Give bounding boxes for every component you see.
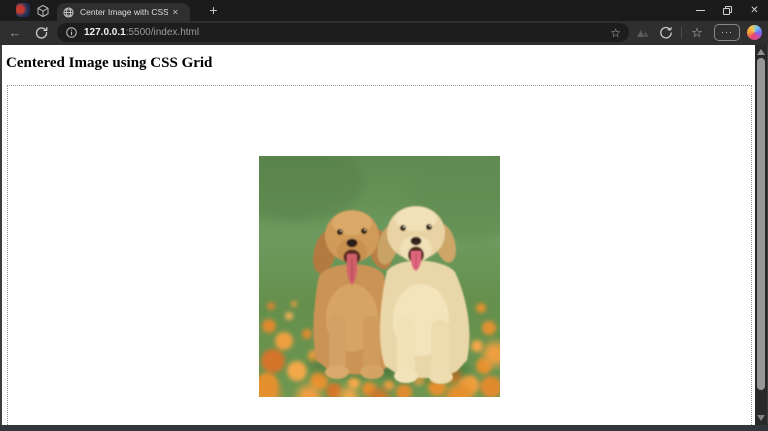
url-path: :5500/index.html	[125, 27, 200, 38]
page-scrollbar[interactable]	[755, 45, 767, 425]
copilot-icon[interactable]	[747, 25, 762, 40]
window-border-left	[0, 45, 2, 425]
tab-title: Center Image with CSS Grid	[80, 7, 168, 17]
tab-close-icon[interactable]: ✕	[172, 8, 179, 17]
window-border-bottom	[0, 425, 768, 431]
close-button[interactable]: ✕	[741, 0, 768, 21]
address-bar[interactable]: 127.0.0.1:5500/index.html ☆	[57, 23, 629, 42]
url-host: 127.0.0.1	[84, 27, 126, 38]
site-info-icon[interactable]	[66, 27, 77, 38]
new-tab-button[interactable]: +	[205, 2, 222, 19]
window-controls: ✕	[687, 0, 768, 21]
restore-button[interactable]	[714, 0, 741, 21]
back-button[interactable]: ←	[8, 25, 22, 40]
scroll-down-icon[interactable]	[757, 415, 765, 421]
active-tab[interactable]: Center Image with CSS Grid ✕	[57, 3, 190, 21]
puppies-image	[259, 156, 500, 397]
minimize-button[interactable]	[687, 0, 714, 21]
toolbar-divider	[681, 27, 682, 39]
refresh-button[interactable]	[35, 26, 48, 39]
tab-bar: Center Image with CSS Grid ✕ + ✕	[0, 0, 768, 21]
scrollbar-thumb[interactable]	[757, 58, 765, 390]
settings-menu-button[interactable]: ···	[714, 24, 740, 41]
browser-toolbar: ← 127.0.0.1:5500/index.html ☆ ☆ ···	[0, 21, 768, 45]
page-heading: Centered Image using CSS Grid	[6, 55, 213, 71]
favorites-icon[interactable]: ☆	[689, 25, 705, 41]
browser-window: Center Image with CSS Grid ✕ + ✕ ←	[0, 0, 768, 431]
globe-favicon-icon	[63, 6, 74, 18]
page-viewport: Centered Image using CSS Grid	[2, 45, 755, 425]
scroll-up-icon[interactable]	[757, 49, 765, 55]
bookmark-star-icon[interactable]: ☆	[610, 27, 621, 39]
profile-avatar[interactable]	[16, 3, 30, 17]
workspaces-icon[interactable]	[36, 4, 50, 18]
browser-essentials-icon[interactable]	[658, 25, 674, 41]
split-screen-icon[interactable]	[635, 25, 651, 41]
